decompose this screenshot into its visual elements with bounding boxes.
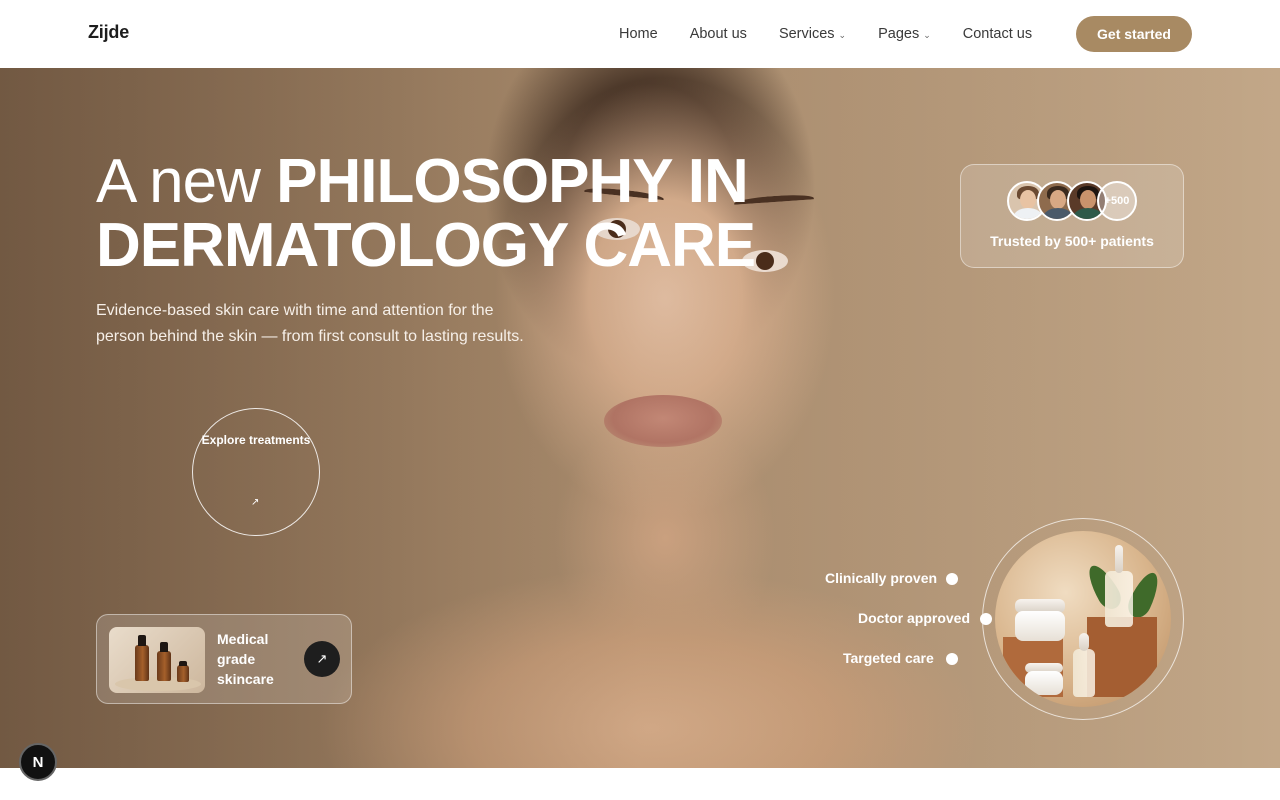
nav-pages[interactable]: Pages ⌄: [878, 24, 931, 44]
explore-label: Explore treatments: [201, 433, 311, 447]
brand-logo[interactable]: Zijde: [88, 22, 129, 43]
product-card-title: Medical grade skincare: [217, 631, 274, 687]
trust-text: Trusted by 500+ patients: [990, 233, 1154, 249]
nav-contact-label: Contact us: [962, 26, 1033, 42]
nav-pages-label: Pages: [878, 26, 920, 42]
nav-home[interactable]: Home: [619, 24, 658, 44]
main-menu: Home About us Services ⌄ Pages ⌄ Contact u…: [619, 24, 1032, 44]
feature-dot: [946, 653, 958, 665]
hero-headline: A new PHILOSOPHY IN DERMATOLOGY CARE: [96, 150, 796, 278]
chevron-down-icon: ⌄: [838, 29, 847, 40]
nav-services-label: Services: [778, 26, 835, 42]
nav-about-label: About us: [689, 26, 747, 42]
skincare-products-image: [982, 518, 1184, 720]
get-started-button[interactable]: Get started: [1076, 16, 1192, 52]
hero-subtext: Evidence-based skin care with time and a…: [96, 302, 524, 345]
nav-about[interactable]: About us: [690, 24, 747, 44]
feature-dot: [946, 573, 958, 585]
serum-bottles-image: [109, 627, 205, 693]
trust-card: +500 Trusted by 500+ patients: [960, 164, 1184, 268]
nav-home-label: Home: [619, 26, 658, 42]
nav-services[interactable]: Services ⌄: [779, 24, 846, 44]
dev-tools-badge[interactable]: N: [19, 743, 57, 781]
feature-label: Clinically proven: [825, 570, 938, 586]
hero-section: A new PHILOSOPHY IN DERMATOLOGY CARE Evi…: [0, 68, 1280, 768]
headline-light-text: A new: [96, 147, 277, 216]
product-card[interactable]: Medical grade skincare ↗: [96, 614, 352, 704]
nav-contact[interactable]: Contact us: [963, 24, 1032, 44]
arrow-up-right-icon: ↗: [251, 497, 260, 508]
feature-label: Targeted care: [843, 650, 934, 666]
chevron-down-icon: ⌄: [923, 29, 931, 40]
feature-label: Doctor approved: [858, 610, 971, 626]
explore-treatments-button[interactable]: Explore treatments ↗: [192, 408, 320, 536]
top-navbar: Zijde Home About us Services ⌄ Pages ⌄ Con…: [0, 0, 1280, 68]
arrow-up-right-icon[interactable]: ↗: [304, 641, 340, 677]
avatar-more-count: +500: [1097, 181, 1137, 221]
